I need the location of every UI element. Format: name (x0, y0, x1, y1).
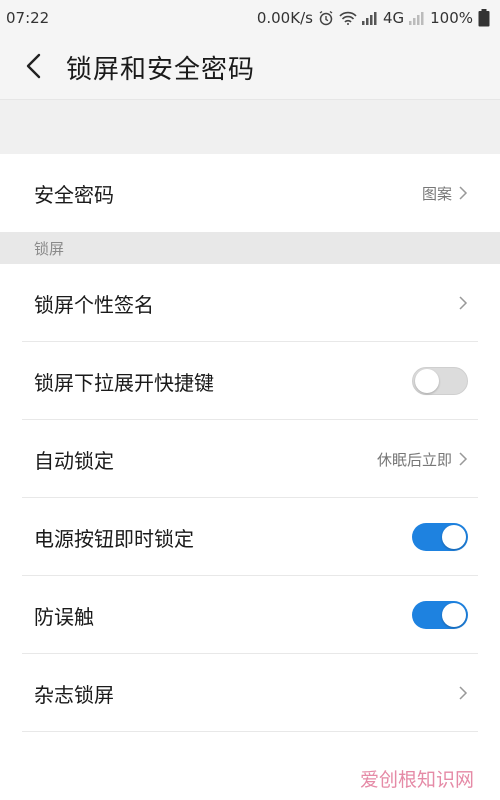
pulldown-shortcut-toggle[interactable] (412, 367, 468, 395)
pulldown-shortcut-row: 锁屏下拉展开快捷键 (0, 342, 500, 420)
auto-lock-value: 休眠后立即 (376, 450, 452, 469)
security-password-label: 安全密码 (34, 182, 114, 207)
magazine-lock-right (458, 685, 468, 701)
pulldown-shortcut-label: 锁屏下拉展开快捷键 (34, 370, 214, 395)
toggle-knob (415, 369, 439, 393)
auto-lock-value-group: 休眠后立即 (377, 449, 468, 470)
lock-section-header: 锁屏 (0, 232, 500, 264)
watermark-text: 爱创根知识网 (359, 769, 474, 791)
chevron-right-icon (458, 185, 468, 201)
anti-mistouch-label: 防误触 (34, 604, 94, 629)
app-header: 锁屏和安全密码 (0, 36, 500, 100)
status-icons: 0.00K/s 4G 100% (257, 9, 490, 27)
status-bar: 07:22 0.00K/s 4G 100% (0, 0, 500, 36)
back-button[interactable] (18, 48, 48, 88)
lock-signature-row[interactable]: 锁屏个性签名 (0, 264, 500, 342)
wifi-icon (339, 11, 357, 25)
lock-signature-label: 锁屏个性签名 (34, 292, 154, 317)
security-password-row[interactable]: 安全密码 图案 (0, 154, 500, 232)
auto-lock-label: 自动锁定 (34, 448, 114, 473)
toggle-knob (442, 525, 466, 549)
magazine-lock-row[interactable]: 杂志锁屏 (0, 654, 500, 732)
magazine-lock-label: 杂志锁屏 (34, 682, 114, 707)
security-password-value: 图案 (421, 184, 452, 203)
power-button-lock-label: 电源按钮即时锁定 (34, 526, 194, 551)
network-type: 4G (382, 9, 405, 27)
spacer (0, 100, 500, 154)
net-speed: 0.00K/s (256, 9, 313, 27)
signal-icon (361, 11, 378, 25)
alarm-icon (318, 10, 334, 26)
status-time: 07:22 (6, 9, 50, 27)
page-title: 锁屏和安全密码 (66, 55, 256, 85)
power-button-lock-toggle[interactable] (412, 523, 468, 551)
power-button-lock-row: 电源按钮即时锁定 (0, 498, 500, 576)
chevron-right-icon (458, 295, 468, 311)
anti-mistouch-row: 防误触 (0, 576, 500, 654)
chevron-left-icon (25, 53, 41, 83)
signal-icon-2 (409, 11, 425, 25)
chevron-right-icon (458, 685, 468, 701)
security-password-value-group: 图案 (422, 183, 468, 204)
toggle-knob (442, 603, 466, 627)
anti-mistouch-toggle[interactable] (412, 601, 468, 629)
battery-icon (478, 9, 490, 27)
chevron-right-icon (458, 451, 468, 467)
lock-signature-right (458, 295, 468, 311)
battery-percent: 100% (430, 9, 473, 27)
auto-lock-row[interactable]: 自动锁定 休眠后立即 (0, 420, 500, 498)
